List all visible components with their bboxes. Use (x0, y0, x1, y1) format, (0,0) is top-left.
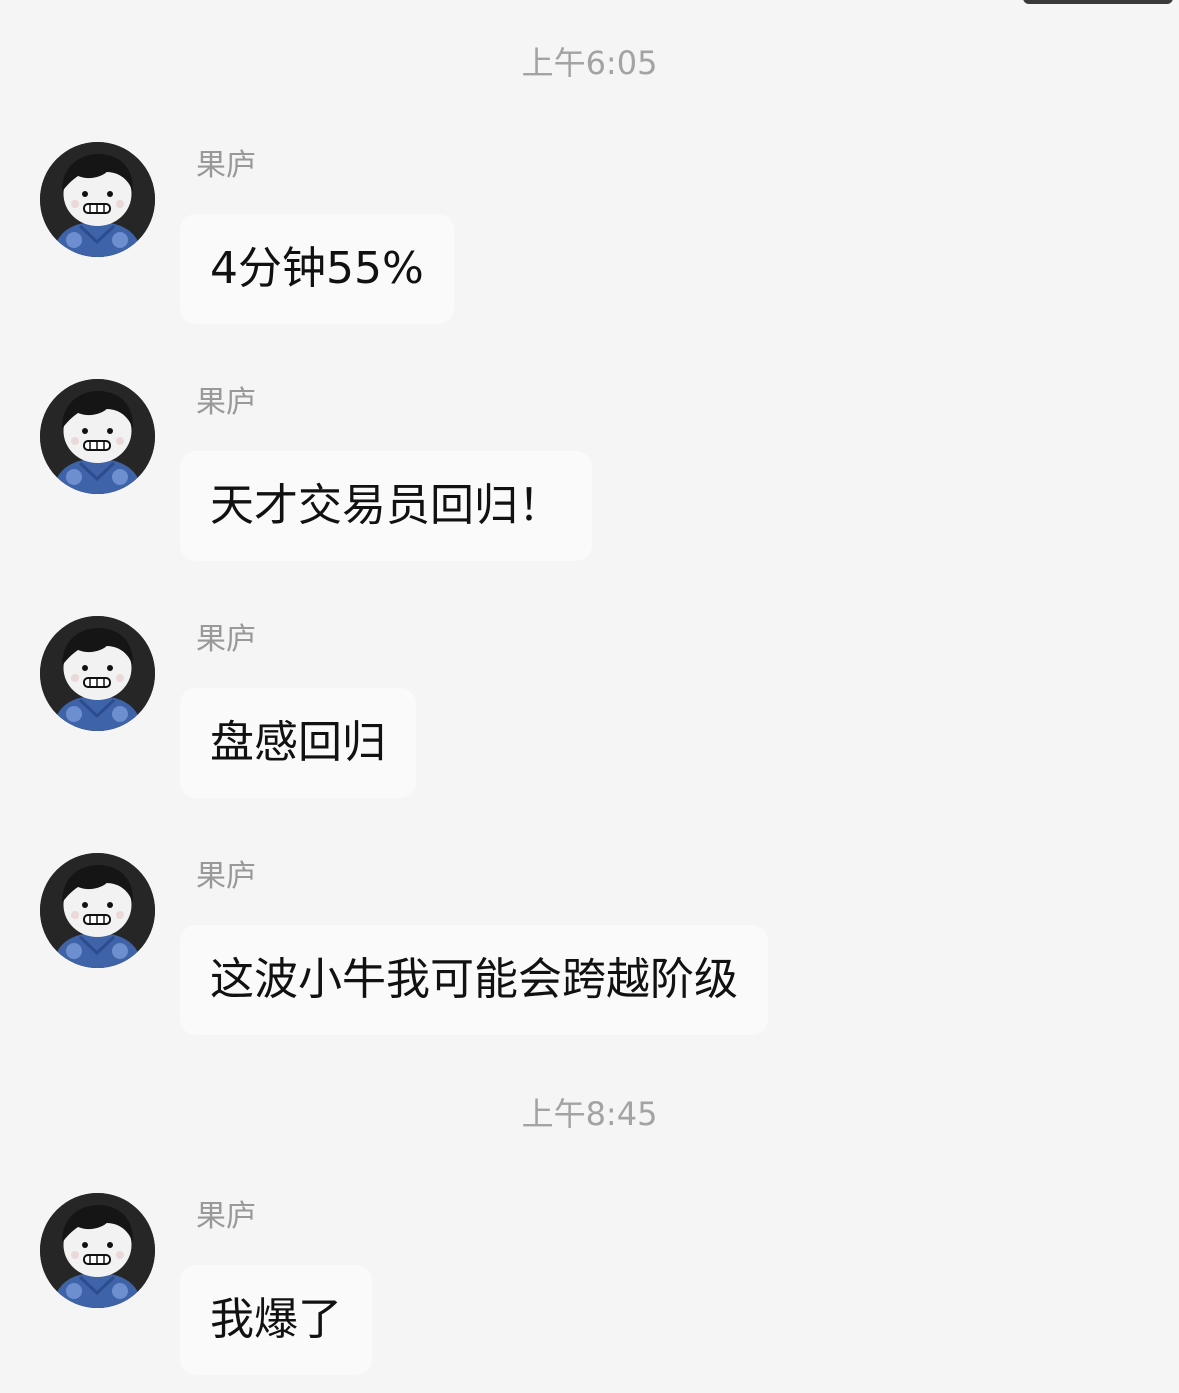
sender-name: 果庐 (196, 148, 256, 183)
cartoon-boy-avatar-icon (40, 1193, 155, 1308)
cartoon-boy-avatar-icon (40, 379, 155, 494)
avatar[interactable] (40, 379, 155, 494)
avatar[interactable] (40, 1193, 155, 1308)
avatar[interactable] (40, 616, 155, 731)
message-row: 果庐 4分钟55% (0, 142, 1179, 342)
message-row: 果庐 这波小牛我可能会跨越阶级 (0, 853, 1179, 1053)
avatar[interactable] (40, 853, 155, 968)
message-text: 盘感回归 (210, 717, 386, 768)
sender-name: 果庐 (196, 622, 256, 657)
cartoon-boy-avatar-icon (40, 853, 155, 968)
message-bubble[interactable]: 盘感回归 (180, 688, 416, 798)
message-row: 果庐 天才交易员回归！ (0, 379, 1179, 579)
timestamp: 上午8:45 (521, 1095, 658, 1133)
avatar[interactable] (40, 142, 155, 257)
message-bubble[interactable]: 这波小牛我可能会跨越阶级 (180, 925, 768, 1035)
cartoon-boy-avatar-icon (40, 142, 155, 257)
message-row: 果庐 盘感回归 (0, 616, 1179, 816)
chat-thread: 上午6:05 果庐 4分钟55% 果庐 天才交易员回归！ 果庐 盘感回归 果庐 (0, 0, 1179, 1375)
sender-name: 果庐 (196, 1199, 256, 1234)
timestamp: 上午6:05 (521, 44, 658, 82)
cartoon-boy-avatar-icon (40, 616, 155, 731)
sender-name: 果庐 (196, 385, 256, 420)
message-text: 天才交易员回归！ (210, 480, 562, 531)
message-row: 果庐 我爆了 (0, 1193, 1179, 1393)
message-text: 这波小牛我可能会跨越阶级 (210, 954, 738, 1005)
message-text: 4分钟55% (210, 243, 424, 294)
message-text: 我爆了 (210, 1294, 342, 1345)
message-bubble[interactable]: 4分钟55% (180, 214, 454, 324)
sender-name: 果庐 (196, 859, 256, 894)
message-bubble[interactable]: 天才交易员回归！ (180, 451, 592, 561)
